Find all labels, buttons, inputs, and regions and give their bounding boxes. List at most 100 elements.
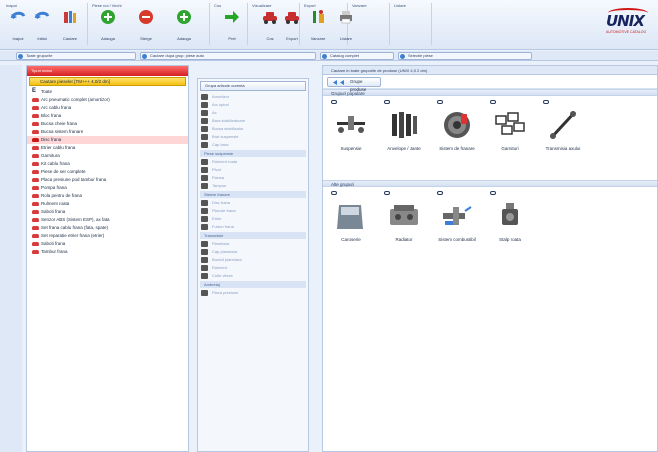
pin-icon[interactable] [490,191,496,195]
article-section-header[interactable]: Ambreiaj [200,281,306,288]
pin-icon[interactable] [331,100,337,104]
ribbon-button[interactable]: Listare [334,9,358,43]
part-icon [201,257,208,263]
tree-root-item[interactable]: E Toate [27,87,188,96]
tree-item[interactable]: Rola pentru de frana [27,192,188,200]
ribbon-button[interactable]: Pret [220,9,244,43]
expand-icon[interactable]: E [32,87,36,96]
ribbon-button[interactable]: Inapoi [6,9,30,43]
article-item[interactable]: Rulment roata [198,158,308,166]
tree-item[interactable]: Pompa frana [27,184,188,192]
article-item-label: Arc spiral [212,102,229,107]
ribbon-button-label: Sterge [140,36,152,41]
car-icon [32,106,39,110]
tree-item[interactable]: Senzor ABS (Sistem ESP), ax fata [27,216,188,224]
article-item[interactable]: Ax [198,109,308,117]
ribbon-button[interactable]: Adauga [172,9,196,43]
pin-icon[interactable] [384,100,390,104]
article-item[interactable]: Flansa [198,174,308,182]
selected-vehicle-row[interactable]: Cautare pieseler [TM+++ 4,0/2 dm] [29,77,186,86]
side-strip [0,65,22,452]
tree-item-label: Bucsa sistem franare [41,129,84,134]
ribbon-button[interactable]: Adauga [96,9,120,43]
tree-item[interactable]: Saboti frana [27,240,188,248]
pin-icon[interactable] [543,100,549,104]
article-section-header[interactable]: Piese suspensie [200,150,306,157]
tree-item[interactable]: Disc frana [27,136,188,144]
tree-item[interactable]: Set frana cablu frana (fata, spate) [27,224,188,232]
breadcrumb-item[interactable]: Toate grupurile [16,52,136,60]
article-item-label: Rulment [212,265,227,270]
brake-disc-icon [444,112,470,138]
article-item[interactable]: Placute frana [198,207,308,215]
pin-icon[interactable] [437,191,443,195]
ribbon-button[interactable]: Sterge [134,9,158,43]
article-item[interactable]: Pivot [198,166,308,174]
article-item[interactable]: Cutie viteze [198,272,308,280]
pin-icon[interactable] [490,100,496,104]
tree-item[interactable]: Arc pneumatic complet (amortizor) [27,96,188,104]
car-icon [32,98,39,102]
article-section-header[interactable]: Transmisie [200,232,306,239]
part-icon [201,142,208,148]
tree-item[interactable]: Arc cablu frana [27,104,188,112]
car-icon [32,170,39,174]
article-group-header[interactable]: Grupa articole curenta [200,81,306,91]
tree-item[interactable]: Placa presiune pod tambur frana [27,176,188,184]
article-item-label: Disc frana [212,200,231,205]
breadcrumb-label: Cautare dupa grup: piese auto [150,53,205,58]
popular-groups-grid: Suspensie Anvelope / Jante Sistem de frana… [323,96,657,180]
article-item[interactable]: Bara stabilizatoare [198,117,308,125]
tree-item[interactable]: Tambur frana [27,248,188,256]
article-item[interactable]: Brat suspensie [198,133,308,141]
article-item[interactable]: Cap planetara [198,248,308,256]
tree-item[interactable]: Kit cablu frana [27,160,188,168]
tree-item[interactable]: Rulment roata [27,200,188,208]
product-groups-button[interactable]: Grupe produse [327,77,381,92]
ribbon-button[interactable]: Cautare [58,9,82,43]
tree-item-label: Set reparatie etrier frana (etrier) [41,233,105,238]
product-group-label: Sistem de franare [439,146,475,151]
article-item[interactable]: Bucsa stabilizator [198,125,308,133]
tree-item[interactable]: Piese de ser complete [27,168,188,176]
tree-item[interactable]: Saboti frana [27,208,188,216]
article-item[interactable]: Furtun frana [198,223,308,231]
pin-icon[interactable] [331,191,337,195]
article-item[interactable]: Amortizor [198,93,308,101]
tree-item[interactable]: Set reparatie etrier frana (etrier) [27,232,188,240]
ribbon-button[interactable]: Initial [30,9,54,43]
tree-item[interactable]: Bucsa sistem franare [27,128,188,136]
article-item[interactable]: Placa presiune [198,289,308,297]
tree-item[interactable]: Garnitura [27,152,188,160]
plus-circle-icon [177,10,191,24]
breadcrumb-item[interactable]: Selectie piese [398,52,532,60]
tree-item-label: Set frana cablu frana (fata, spate) [41,225,109,230]
ribbon-button[interactable]: Vanzare [306,9,330,43]
tree-header: Tipuri motor [27,66,188,76]
article-item[interactable]: Rulment [198,264,308,272]
driveshaft-icon [549,110,577,140]
article-item[interactable]: Disc frana [198,199,308,207]
tree-item-label: Rulment roata [41,201,70,206]
article-item[interactable]: Arc spiral [198,101,308,109]
article-item[interactable]: Etrier [198,215,308,223]
tree-item[interactable]: Bucsa cheie frana [27,120,188,128]
part-icon [201,216,208,222]
article-item-label: Placa presiune [212,290,239,295]
tree-item[interactable]: Bloc frana [27,112,188,120]
pin-icon[interactable] [437,100,443,104]
brand-logo: UNIX AUTOMOTIVE CATALOG [606,8,652,38]
breadcrumb-item[interactable]: Catalog complet [320,52,394,60]
pin-icon[interactable] [384,191,390,195]
tree-item[interactable]: Etrier cablu frana [27,144,188,152]
article-item[interactable]: Tampon [198,182,308,190]
part-icon [201,249,208,255]
article-section-header[interactable]: Sistem franare [200,191,306,198]
article-item[interactable]: Planetara [198,240,308,248]
article-item[interactable]: Cap bara [198,141,308,149]
ribbon-button[interactable]: Export [280,9,304,43]
article-item-label: Bara stabilizatoare [212,118,246,123]
breadcrumb-item[interactable]: Cautare dupa grup: piese auto [140,52,316,60]
product-group-label: Radiator [395,237,413,242]
article-item[interactable]: Burduf planetara [198,256,308,264]
